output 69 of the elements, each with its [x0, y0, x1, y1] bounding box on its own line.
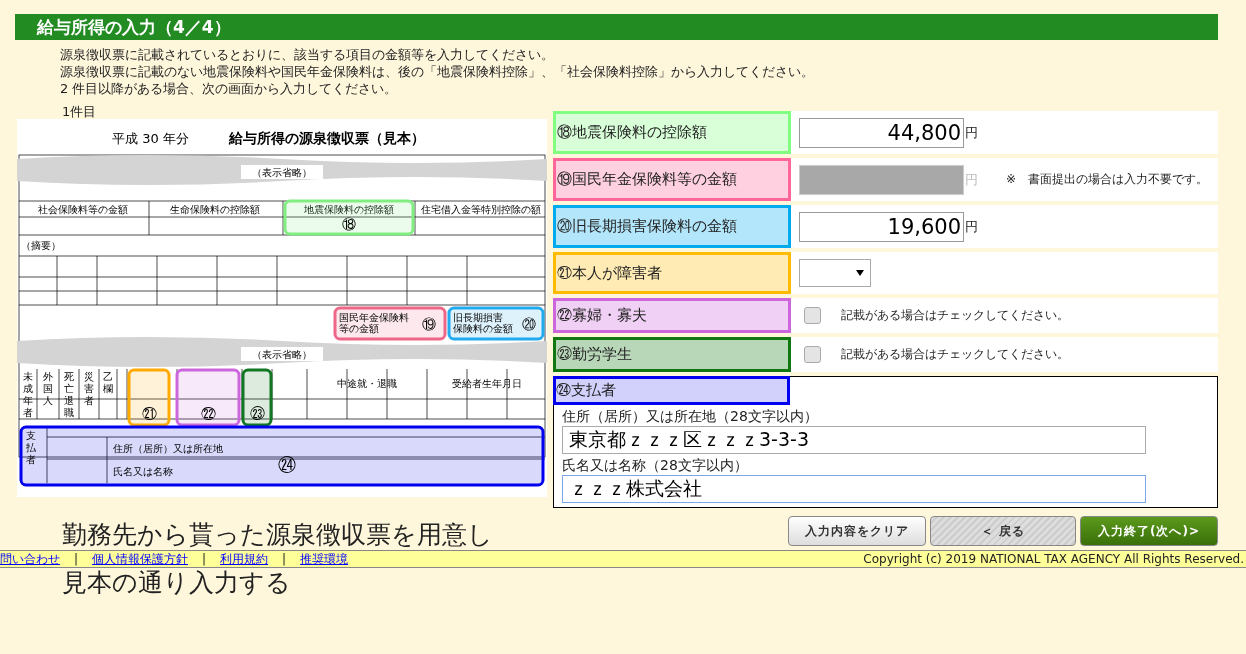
form-heading: 生命保険料の控除額: [170, 204, 260, 215]
marker-number: ㉔: [278, 454, 296, 475]
form-heading: 住宅借入金等特別控除の額: [421, 204, 541, 215]
unit-label: 円: [965, 170, 978, 189]
amount-field[interactable]: 44,800: [799, 117, 964, 148]
copyright-text: Copyright (c) 2019 NATIONAL TAX AGENCY All Rights Reserved.: [863, 552, 1244, 566]
footer-link[interactable]: 個人情報保護方針: [92, 550, 189, 568]
separator: |: [74, 552, 79, 566]
input-label: 住所（居所）又は所在地（28文字以内）: [562, 408, 819, 427]
caption-text: 勤務先から貰った源泉徴収票を用意し: [62, 520, 493, 550]
marker-number: ㉑: [141, 405, 157, 423]
form-heading: 地震保険料の控除額: [304, 204, 394, 215]
marker-number: ⑱: [342, 216, 356, 232]
separator: |: [202, 552, 207, 566]
field-label: ⑳旧長期損害保険料の金額: [553, 205, 791, 248]
footer-link[interactable]: 問い合わせ: [0, 550, 60, 568]
caret-icon: [856, 270, 864, 276]
unit-label: 円: [965, 217, 978, 236]
form-year: 平成 30 年分: [112, 131, 189, 146]
checkbox[interactable]: [804, 307, 821, 324]
form-heading: 住所（居所）又は所在地: [113, 443, 223, 454]
instruction-text: 2 件目以降がある場合、次の画面から入力してください。: [60, 80, 399, 97]
form-heading: 中途就・退職: [337, 378, 397, 389]
marker-number: ㉓: [249, 405, 265, 423]
page-title: 給与所得の入力（4／4）: [15, 14, 1218, 40]
note-text: ※ 書面提出の場合は入力不要です。: [1006, 171, 1209, 188]
form-heading: 死亡退職: [64, 371, 74, 418]
clear-button[interactable]: 入力内容をクリア: [788, 516, 926, 546]
entry-label: 1件目: [62, 103, 98, 119]
form-title: 給与所得の源泉徴収票（見本）: [229, 130, 425, 146]
field-label: ㉔支払者: [553, 376, 790, 406]
caption-text: 見本の通り入力する: [62, 568, 292, 598]
field-label: ⑱地震保険料の控除額: [553, 111, 791, 154]
field-label: ⑲国民年金保険料等の金額: [553, 158, 791, 201]
form-heading: 氏名又は名称: [113, 466, 173, 477]
form-heading: 受給者生年月日: [452, 378, 522, 389]
amount-field[interactable]: 19,600: [799, 211, 964, 242]
text-field[interactable]: ｚｚｚ株式会社: [562, 475, 1146, 503]
instruction-text: 源泉徴収票に記載のない地震保険料や国民年金保険料は、後の「地震保険料控除」、「社会保険料控除」から入力してください。: [60, 63, 815, 80]
form-heading: 未成年者: [23, 371, 33, 418]
form-heading: 支払者: [26, 430, 36, 465]
omitted-label: （表示省略）: [252, 349, 312, 360]
footer-link[interactable]: 推奨環境: [300, 550, 349, 568]
form-heading: 旧長期損害保険料の金額: [453, 312, 513, 334]
next-button[interactable]: 入力終了(次へ)>: [1080, 516, 1218, 546]
field-label: ㉒寡婦・寡夫: [553, 298, 791, 333]
form-heading: 外国人: [43, 371, 53, 406]
dropdown[interactable]: [799, 259, 871, 287]
text-field[interactable]: 東京都ｚｚｚ区ｚｚｚ3-3-3: [562, 426, 1146, 455]
marker-number: ㉒: [200, 405, 216, 423]
form-heading: 災害者: [84, 371, 94, 406]
field-label: ㉑本人が障害者: [553, 252, 791, 294]
form-heading: 国民年金保険料等の金額: [339, 312, 409, 334]
form-heading: 社会保険料等の金額: [38, 204, 128, 215]
omitted-label: （表示省略）: [252, 167, 312, 178]
instruction-text: 源泉徴収票に記載されているとおりに、該当する項目の金額等を入力してください。: [60, 46, 555, 63]
field-label: ㉓勤労学生: [553, 337, 791, 372]
checkbox[interactable]: [804, 346, 821, 363]
checkbox-label: 記載がある場合はチェックしてください。: [841, 346, 1069, 363]
footer-link[interactable]: 利用規約: [220, 550, 269, 568]
separator: |: [282, 552, 287, 566]
back-button[interactable]: ＜ 戻る: [930, 516, 1076, 546]
marker-number: ⑲: [422, 316, 436, 332]
input-label: 氏名又は名称（28文字以内）: [562, 457, 749, 476]
marker-number: ⑳: [522, 316, 536, 332]
form-heading: 乙欄: [103, 371, 113, 394]
unit-label: 円: [965, 123, 978, 142]
form-heading: （摘要）: [21, 240, 61, 251]
checkbox-label: 記載がある場合はチェックしてください。: [841, 307, 1069, 324]
